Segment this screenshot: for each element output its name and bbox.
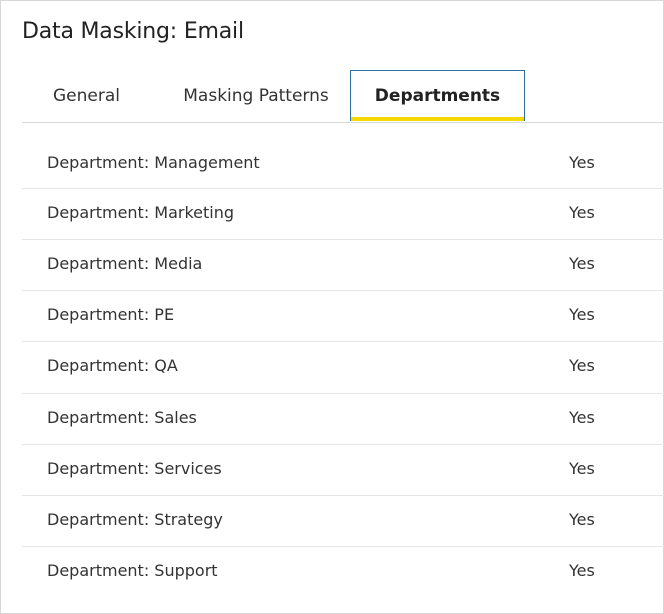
list-item: Department: Management Yes: [22, 139, 664, 189]
department-name: Department: Services: [47, 459, 222, 478]
department-name: Department: PE: [47, 305, 175, 324]
tab-departments-label: Departments: [374, 86, 501, 106]
department-value: Yes: [569, 356, 595, 375]
department-value: Yes: [569, 305, 595, 324]
department-value: Yes: [569, 408, 595, 427]
department-value: Yes: [569, 561, 595, 580]
tab-general[interactable]: General: [36, 70, 162, 121]
department-name: Department: Support: [47, 561, 218, 580]
list-item: Department: QA Yes: [22, 342, 664, 394]
department-name: Department: Sales: [47, 408, 197, 427]
list-item: Department: Sales Yes: [22, 394, 664, 445]
list-item: Department: PE Yes: [22, 291, 664, 342]
list-item: Department: Support Yes: [22, 547, 664, 598]
department-name: Department: Marketing: [47, 203, 235, 222]
department-name: Department: QA: [47, 356, 178, 375]
list-item: Department: Services Yes: [22, 445, 664, 496]
tab-departments[interactable]: Departments: [350, 70, 525, 121]
department-name: Department: Strategy: [47, 510, 223, 529]
department-value: Yes: [569, 510, 595, 529]
department-value: Yes: [569, 153, 595, 172]
department-value: Yes: [569, 254, 595, 273]
department-value: Yes: [569, 459, 595, 478]
department-value: Yes: [569, 203, 595, 222]
department-name: Department: Media: [47, 254, 203, 273]
tab-bar: General Masking Patterns Departments: [22, 70, 664, 123]
list-item: Department: Strategy Yes: [22, 496, 664, 547]
active-tab-indicator: [351, 117, 524, 121]
departments-list: Department: Management Yes Department: M…: [22, 139, 664, 598]
list-item: Department: Marketing Yes: [22, 189, 664, 240]
department-name: Department: Management: [47, 153, 260, 172]
data-masking-panel: Data Masking: Email General Masking Patt…: [0, 0, 664, 614]
tab-masking-patterns[interactable]: Masking Patterns: [162, 70, 350, 121]
page-title: Data Masking: Email: [22, 19, 244, 44]
list-item: Department: Media Yes: [22, 240, 664, 291]
